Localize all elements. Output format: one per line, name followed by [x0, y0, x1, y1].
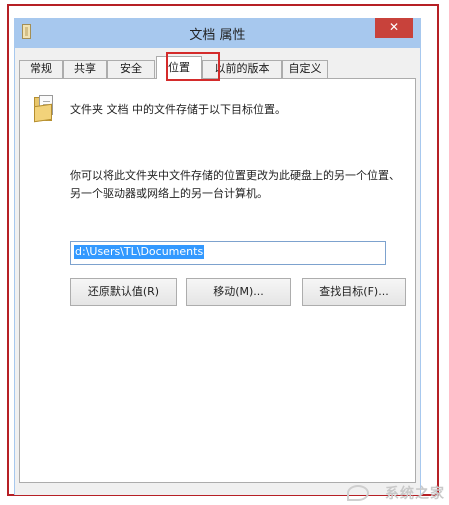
close-button[interactable]: ✕: [375, 18, 413, 38]
restore-default-button[interactable]: 还原默认值(R): [70, 278, 177, 306]
location-panel: 文件夹 文档 中的文件存储于以下目标位置。 你可以将此文件夹中文件存储的位置更改…: [19, 78, 416, 483]
watermark: 系统之家: [385, 486, 445, 502]
path-value: d:\Users\TL\Documents: [74, 245, 205, 259]
window-title: 文档 属性: [189, 28, 246, 43]
tab-security[interactable]: 安全: [107, 60, 155, 78]
path-input[interactable]: d:\Users\TL\Documents: [70, 241, 386, 265]
tab-general[interactable]: 常规: [19, 60, 63, 78]
tab-location[interactable]: 位置: [156, 56, 202, 79]
location-description: 你可以将此文件夹中文件存储的位置更改为此硬盘上的另一个位置、另一个驱动器或网络上…: [70, 169, 400, 200]
tab-sharing[interactable]: 共享: [63, 60, 107, 78]
tab-previous-versions[interactable]: 以前的版本: [202, 60, 282, 78]
location-header: 文件夹 文档 中的文件存储于以下目标位置。: [70, 103, 286, 116]
documents-folder-icon: [34, 95, 56, 123]
tab-customize[interactable]: 自定义: [282, 60, 328, 78]
find-target-button[interactable]: 查找目标(F)...: [302, 278, 406, 306]
title-bar[interactable]: 文档 属性 ✕: [14, 18, 421, 48]
watermark-logo-icon: [347, 485, 369, 501]
properties-dialog: 常规 共享 安全 位置 以前的版本 自定义 文件夹 文档 中的文件存储于以下目标…: [14, 48, 421, 495]
move-button[interactable]: 移动(M)...: [186, 278, 291, 306]
